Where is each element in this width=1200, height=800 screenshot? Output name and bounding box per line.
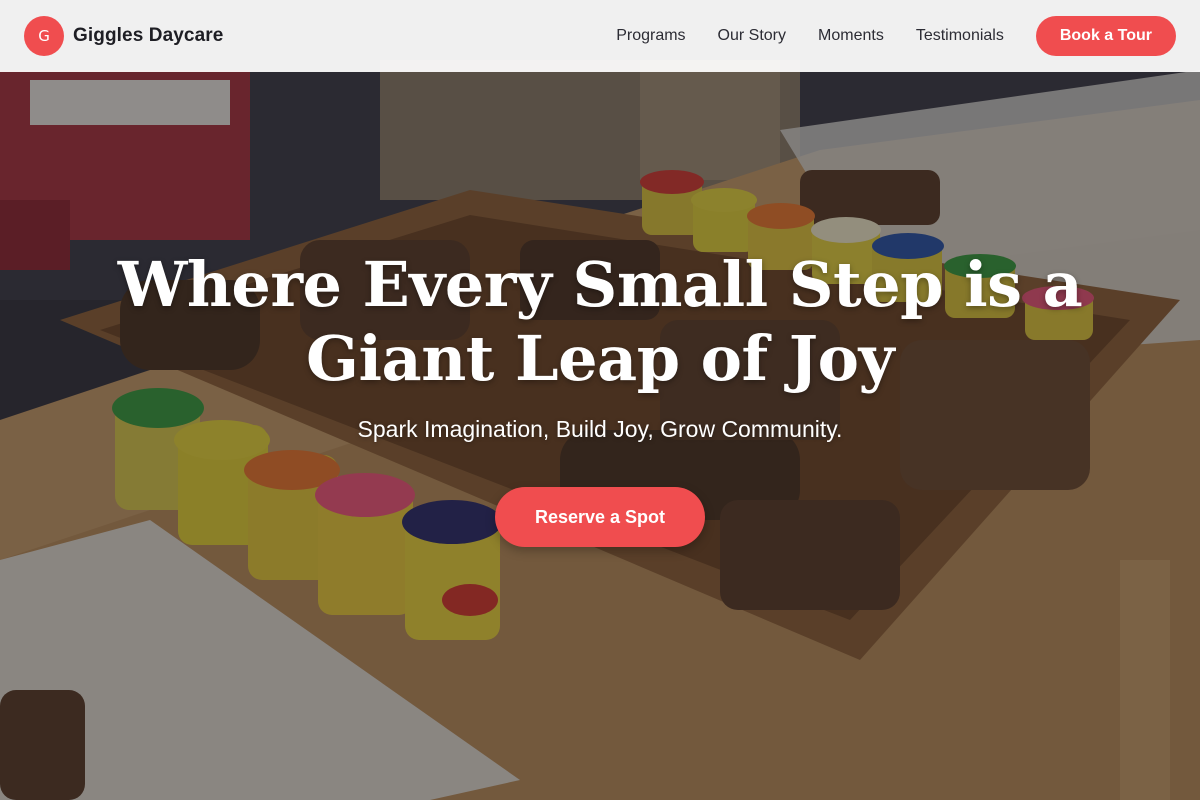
hero-section: Where Every Small Step is a Giant Leap o…: [0, 0, 1200, 800]
book-a-tour-button[interactable]: Book a Tour: [1035, 16, 1176, 56]
brand-link[interactable]: G Giggles Daycare: [24, 16, 223, 56]
nav-link-testimonials[interactable]: Testimonials: [916, 27, 1004, 45]
top-navbar: G Giggles Daycare Programs Our Story Mom…: [0, 0, 1200, 72]
nav-link-our-story[interactable]: Our Story: [718, 27, 786, 45]
hero-content: Where Every Small Step is a Giant Leap o…: [0, 248, 1200, 547]
nav-right: Programs Our Story Moments Testimonials …: [616, 16, 1176, 56]
nav-links: Programs Our Story Moments Testimonials: [616, 27, 1004, 45]
nav-link-moments[interactable]: Moments: [818, 27, 884, 45]
nav-link-programs[interactable]: Programs: [616, 27, 685, 45]
brand-name: Giggles Daycare: [73, 25, 224, 46]
brand-logo-icon: G: [24, 16, 64, 56]
reserve-spot-button[interactable]: Reserve a Spot: [495, 487, 705, 547]
hero-title: Where Every Small Step is a Giant Leap o…: [117, 248, 1083, 395]
hero-subtitle: Spark Imagination, Build Joy, Grow Commu…: [357, 416, 843, 442]
